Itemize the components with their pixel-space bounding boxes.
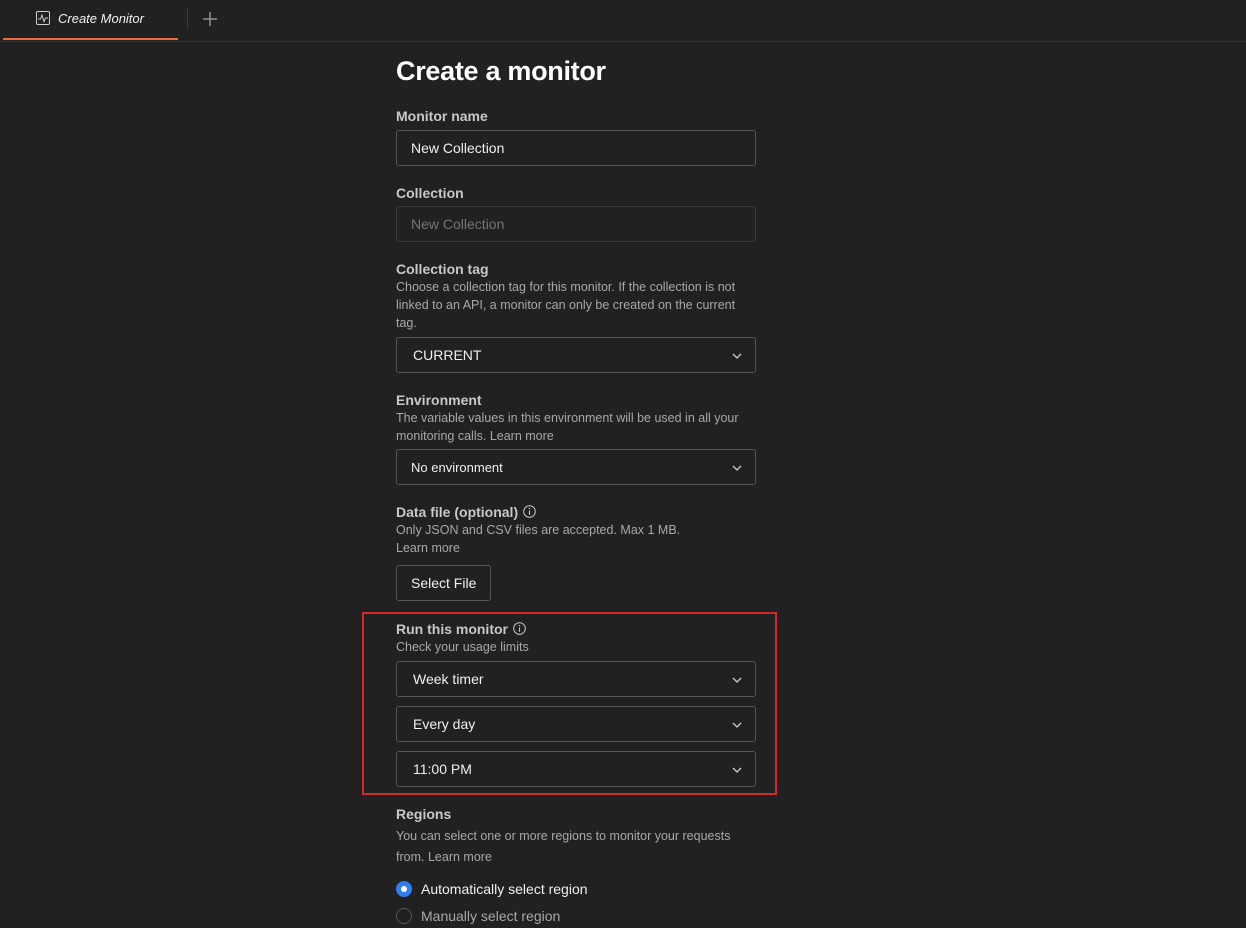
monitor-name-label: Monitor name [396, 108, 488, 124]
chevron-down-icon [732, 722, 742, 728]
radio-label: Manually select region [421, 908, 561, 924]
data-file-label: Data file (optional) [396, 504, 536, 520]
environment-value: No environment [411, 460, 503, 475]
collection-tag-label: Collection tag [396, 261, 489, 277]
timer-type-select[interactable]: Week timer [396, 661, 756, 697]
chevron-down-icon [732, 677, 742, 683]
frequency-select[interactable]: Every day [396, 706, 756, 742]
regions-description: You can select one or more regions to mo… [396, 829, 731, 864]
collection-label: Collection [396, 185, 464, 201]
tab-divider [187, 8, 188, 30]
info-icon[interactable] [523, 505, 536, 518]
collection-tag-value: CURRENT [413, 347, 482, 363]
time-select[interactable]: 11:00 PM [396, 751, 756, 787]
collection-tag-description: Choose a collection tag for this monitor… [396, 280, 736, 330]
regions-learn-more-link[interactable]: Learn more [428, 850, 492, 864]
chevron-down-icon [732, 465, 742, 471]
monitor-icon [36, 11, 50, 25]
plus-icon[interactable] [200, 9, 220, 29]
tab-label: Create Monitor [58, 11, 144, 26]
frequency-value: Every day [413, 716, 476, 732]
chevron-down-icon [732, 767, 742, 773]
chevron-down-icon [732, 353, 742, 359]
environment-learn-more-link[interactable]: Learn more [490, 429, 554, 443]
radio-manual-region[interactable]: Manually select region [396, 907, 616, 927]
collection-tag-select[interactable]: CURRENT [396, 337, 756, 373]
environment-label: Environment [396, 392, 482, 408]
data-file-description: Only JSON and CSV files are accepted. Ma… [396, 523, 681, 537]
radio-automatic-region[interactable]: Automatically select region [396, 880, 616, 900]
run-monitor-label: Run this monitor [396, 621, 526, 637]
environment-select[interactable]: No environment [396, 449, 756, 485]
tab-bar: Create Monitor [0, 0, 1246, 42]
environment-description: The variable values in this environment … [396, 411, 739, 443]
radio-button-selected[interactable] [396, 881, 412, 897]
time-value: 11:00 PM [413, 761, 472, 777]
collection-input [396, 206, 756, 242]
radio-label: Automatically select region [421, 881, 588, 897]
data-file-learn-more-link[interactable]: Learn more [396, 539, 460, 557]
usage-limits-link[interactable]: Check your usage limits [396, 638, 529, 656]
select-file-button[interactable]: Select File [396, 565, 492, 601]
timer-type-value: Week timer [413, 671, 484, 687]
regions-label: Regions [396, 806, 452, 822]
info-icon[interactable] [513, 622, 526, 635]
radio-button-unselected[interactable] [396, 908, 412, 924]
page-title: Create a monitor [396, 56, 606, 86]
monitor-name-input[interactable] [396, 130, 756, 166]
tab-create-monitor[interactable]: Create Monitor [3, 0, 178, 40]
